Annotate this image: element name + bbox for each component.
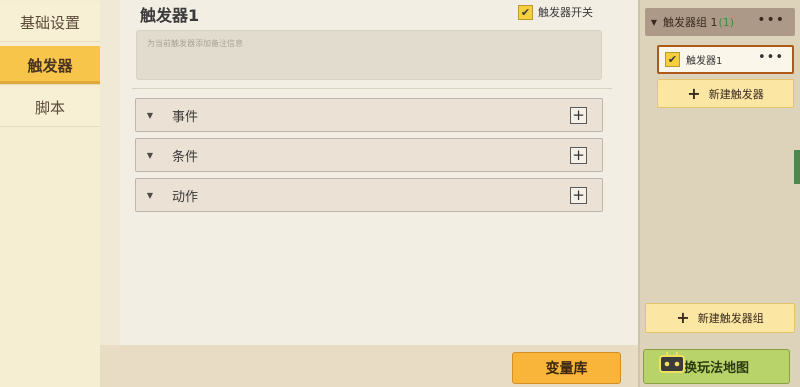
trigger-note-placeholder: 为当前触发器添加备注信息: [147, 39, 243, 48]
checkbox-checked-icon[interactable]: ✔: [665, 52, 680, 67]
plus-icon: +: [687, 83, 701, 103]
nav-item-scripts[interactable]: 脚本: [0, 88, 100, 127]
section-label: 事件: [172, 109, 199, 125]
left-spacer: [100, 0, 120, 387]
nav-item-triggers[interactable]: 触发器: [0, 46, 100, 85]
left-nav: 基础设置 触发器 脚本: [0, 0, 100, 387]
new-trigger-group-label: 新建触发器组: [697, 312, 764, 325]
collapse-arrow-icon[interactable]: ▼: [136, 151, 164, 160]
more-options-icon[interactable]: •••: [758, 50, 784, 65]
section-label: 动作: [172, 189, 199, 205]
switch-map-label: 换玩法地图: [683, 361, 749, 376]
checkbox-checked-icon[interactable]: ✔: [518, 4, 533, 20]
trigger-group-name: 触发器组 1: [663, 16, 718, 29]
trigger-note-field[interactable]: 为当前触发器添加备注信息: [136, 30, 602, 80]
nav-item-label: 基础设置: [19, 13, 80, 32]
collapse-arrow-icon[interactable]: ▼: [136, 191, 164, 200]
trigger-group-header[interactable]: ▼ 触发器组 1 (1) •••: [645, 8, 795, 36]
add-action-button[interactable]: +: [570, 187, 587, 204]
collapse-arrow-icon[interactable]: ▼: [645, 18, 663, 27]
trigger-item-label: 触发器1: [686, 56, 723, 67]
new-trigger-button[interactable]: + 新建触发器: [657, 79, 794, 108]
trigger-group-count: (1): [718, 15, 735, 29]
trigger-list-item[interactable]: ✔ 触发器1 •••: [657, 45, 794, 74]
trigger-editor: 触发器1 ✔ 触发器开关 为当前触发器添加备注信息 ▼ 事件 + ▼ 条件 + …: [120, 0, 640, 345]
section-label: 条件: [172, 149, 199, 165]
section-actions[interactable]: ▼ 动作 +: [135, 178, 603, 212]
side-tab-edge[interactable]: [794, 150, 800, 184]
add-condition-button[interactable]: +: [570, 147, 587, 164]
trigger-switch-label: 触发器开关: [538, 6, 593, 19]
variable-library-button[interactable]: 变量库: [512, 352, 621, 384]
new-trigger-label: 新建触发器: [708, 87, 764, 101]
section-events[interactable]: ▼ 事件 +: [135, 98, 603, 132]
variable-library-label: 变量库: [545, 361, 588, 377]
new-trigger-group-button[interactable]: + 新建触发器组: [645, 303, 795, 333]
gamepad-glyph: [659, 352, 685, 373]
plus-icon: +: [676, 308, 690, 327]
nav-item-label: 触发器: [27, 56, 73, 75]
add-event-button[interactable]: +: [570, 107, 587, 124]
collapse-arrow-icon[interactable]: ▼: [136, 111, 164, 120]
trigger-title: 触发器1: [140, 6, 200, 25]
divider: [132, 88, 612, 89]
section-conditions[interactable]: ▼ 条件 +: [135, 138, 603, 172]
nav-item-basic-settings[interactable]: 基础设置: [0, 3, 100, 42]
gamepad-icon: [652, 346, 692, 380]
more-options-icon[interactable]: •••: [757, 12, 785, 28]
nav-item-label: 脚本: [34, 98, 65, 117]
trigger-switch[interactable]: ✔ 触发器开关: [518, 4, 593, 20]
